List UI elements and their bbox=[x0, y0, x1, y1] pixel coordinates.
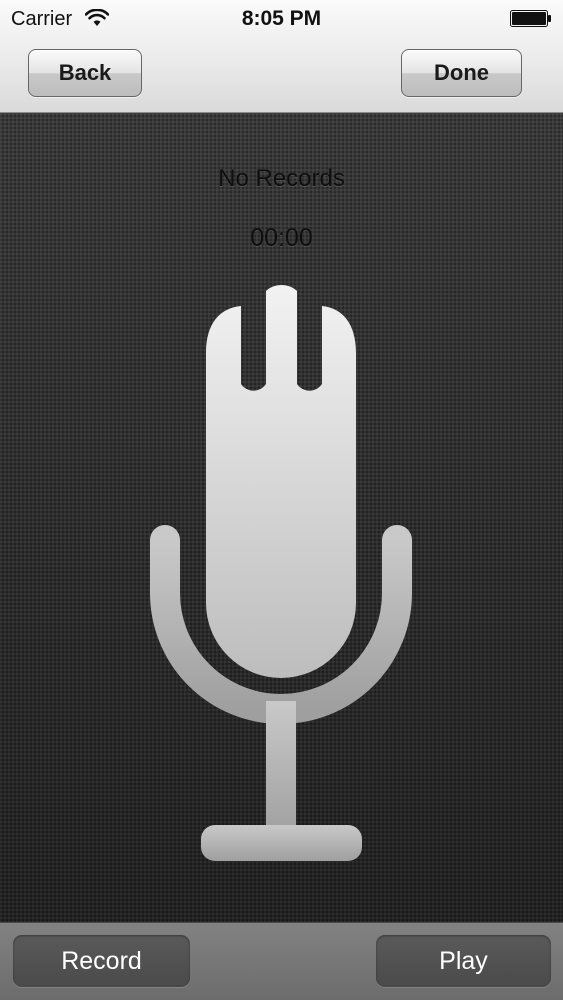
battery-icon bbox=[510, 10, 551, 27]
status-time: 8:05 PM bbox=[241, 7, 322, 30]
recorder-panel: No Records 00:00 bbox=[0, 113, 563, 922]
microphone-icon bbox=[150, 285, 412, 861]
voice-recorder-screen: Carrier 8:05 PM Back Done No Records 00:… bbox=[0, 0, 563, 1000]
back-button[interactable]: Back bbox=[28, 49, 142, 97]
navigation-bar: Carrier 8:05 PM Back Done bbox=[0, 0, 563, 113]
status-bar: Carrier 8:05 PM bbox=[0, 0, 563, 38]
record-button[interactable]: Record bbox=[13, 935, 190, 987]
play-button[interactable]: Play bbox=[376, 935, 551, 987]
bottom-toolbar: Record Play bbox=[0, 922, 563, 1000]
done-button[interactable]: Done bbox=[401, 49, 522, 97]
